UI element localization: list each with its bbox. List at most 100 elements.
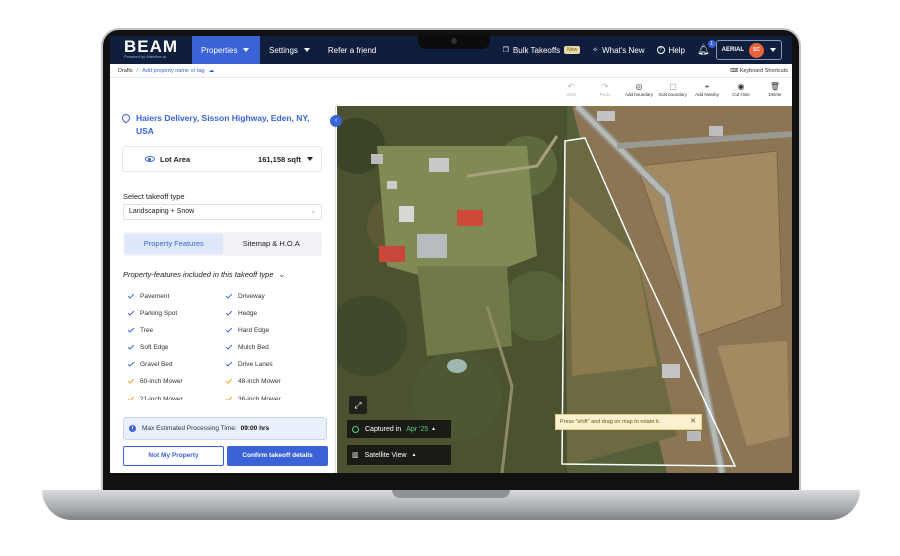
logo-subtitle: Powered by Attentive.ai <box>124 54 166 59</box>
collapse-panel-button[interactable]: ‹ <box>330 115 342 127</box>
nav-help[interactable]: ? Help <box>651 36 691 64</box>
redo-icon: ↷ <box>601 82 609 91</box>
trash-icon: 🗑 <box>769 82 781 91</box>
check-icon <box>225 326 233 333</box>
toolbar-trash-button[interactable]: 🗑 Delete <box>758 79 792 97</box>
add-property-name-link[interactable]: Add property name or tag <box>142 68 204 74</box>
check-icon <box>128 360 135 367</box>
toolbar-cut-hole-button[interactable]: ◉ Cut Hole <box>724 79 758 97</box>
nav-settings-label: Settings <box>269 45 298 55</box>
captured-date: Apr '25 <box>406 425 429 433</box>
edit-boundary-icon: ⬚ <box>669 82 677 91</box>
check-icon <box>225 394 233 400</box>
check-icon <box>225 343 233 350</box>
toolbar-label: Add Nearby <box>695 92 719 97</box>
nav-bulk-takeoffs[interactable]: ❐ Bulk Takeoffs New <box>497 36 587 64</box>
processing-time-value: 09:00 hrs <box>240 425 270 432</box>
chevron-down-icon <box>243 48 250 52</box>
property-address-text: Haiers Delivery, Sisson Highway, Eden, N… <box>136 113 310 136</box>
new-badge: New <box>564 46 581 54</box>
check-icon <box>128 326 135 333</box>
undo-icon: ↶ <box>567 82 575 91</box>
chevron-down-icon <box>303 48 310 52</box>
rotate-tip-text: Press "shift" and drag on map to rotate … <box>560 419 661 425</box>
toolbar-undo-button[interactable]: ↶ Undo <box>554 79 588 97</box>
takeoff-type-value: Landscaping + Snow <box>129 208 195 215</box>
nav-help-label: Help <box>668 45 685 55</box>
feature-label: Gravel Bed <box>140 361 173 369</box>
notification-bell[interactable]: 🔔︎ 1 <box>691 39 716 56</box>
laptop-hinge-notch <box>392 490 510 498</box>
toolbar-redo-button[interactable]: ↷ Redo <box>588 79 622 97</box>
feature-item: 60-inch Mower <box>128 376 226 388</box>
tab-sitemap-hoa[interactable]: Sitemap & H.O.A <box>223 234 321 254</box>
check-icon <box>225 309 233 316</box>
toolbar-pin-button[interactable]: ⌖ Add Nearby <box>690 79 724 97</box>
nav-properties-label: Properties <box>201 45 238 55</box>
feature-label: Soft Edge <box>140 344 169 352</box>
capture-date-badge[interactable]: Captured in Apr '25 ▲ <box>347 420 451 438</box>
feature-item: Mulch Bed <box>225 342 318 354</box>
keyboard-shortcuts-label: Keyboard Shortcuts <box>739 67 788 74</box>
nav-settings[interactable]: Settings <box>260 36 319 64</box>
feature-item: 36-inch Mower <box>225 393 318 400</box>
feature-label: Hedge <box>238 309 258 317</box>
map-view-label: Satellite View <box>364 451 407 459</box>
toolbar-label: Add boundary <box>624 92 654 97</box>
account-mode-label: AERIAL <box>721 47 744 53</box>
captured-label: Captured in <box>365 425 402 433</box>
cloud-icon: ☁ <box>208 67 215 74</box>
feature-item: Drive Lanes <box>225 359 318 371</box>
fullscreen-button[interactable]: ⤢ <box>349 396 367 414</box>
confirm-takeoff-button[interactable]: Confirm takeoff details <box>227 446 328 466</box>
nav-refer-friend[interactable]: Refer a friend <box>319 36 385 64</box>
feature-item: Gravel Bed <box>128 359 226 371</box>
feature-label: Mulch Bed <box>238 344 269 352</box>
feature-label: Driveway <box>238 292 265 300</box>
breadcrumb-separator: / <box>136 67 139 74</box>
chevron-down-icon: ⌄ <box>278 270 285 279</box>
pin-icon: ⌖ <box>704 82 710 91</box>
feature-label: 21-inch Mower <box>140 395 183 400</box>
cut-hole-icon: ◉ <box>737 82 745 91</box>
map-icon: ▥ <box>352 452 359 459</box>
feature-item: Tree <box>128 324 226 336</box>
toolbar-label: Cut Hole <box>732 92 750 97</box>
nav-properties[interactable]: Properties <box>192 36 260 64</box>
lot-area-dropdown[interactable]: Lot Area 161,158 sqft <box>122 146 322 172</box>
feature-item: Pavement <box>128 290 226 302</box>
beam-logo[interactable]: BEAM Powered by Attentive.ai <box>124 38 192 60</box>
tab-property-features[interactable]: Property Features <box>125 234 223 254</box>
eye-icon[interactable] <box>145 156 155 162</box>
close-icon[interactable]: ✕ <box>690 415 696 429</box>
feature-label: Tree <box>140 326 154 334</box>
check-icon <box>128 309 135 316</box>
breadcrumb-drafts[interactable]: Drafts <box>118 68 133 74</box>
help-icon: ? <box>656 46 665 54</box>
avatar: SC <box>749 42 764 58</box>
takeoff-type-select[interactable]: Landscaping + Snow ⌄ <box>123 204 322 220</box>
toolbar-boundary-button[interactable]: ◎ Add boundary <box>622 79 656 97</box>
app-screen: BEAM Powered by Attentive.ai Properties … <box>110 36 792 473</box>
check-icon <box>225 377 233 385</box>
nav-whats-new[interactable]: ✧ What's New <box>586 36 650 64</box>
map-view-selector[interactable]: ▥ Satellite View ▲ <box>347 445 451 465</box>
chevron-up-icon: ▲ <box>431 426 437 432</box>
feature-label: Parking Spot <box>140 309 178 317</box>
stack-icon: ❐ <box>502 47 509 54</box>
feature-item: 48-inch Mower <box>225 376 318 388</box>
feature-label: 48-inch Mower <box>238 378 281 386</box>
toolbar-label: Redo <box>599 92 611 97</box>
map-toolbar: ↶ Undo ↷ Redo ◎ Add boundary ⬚ Edit boundary ⌖ Ad… <box>554 79 792 105</box>
boundary-icon: ◎ <box>635 82 643 91</box>
check-icon <box>225 291 233 299</box>
toolbar-edit-boundary-button[interactable]: ⬚ Edit boundary <box>656 79 690 97</box>
keyboard-shortcuts-link[interactable]: ⌨ Keyboard Shortcuts <box>730 68 788 74</box>
not-my-property-button[interactable]: Not My Property <box>123 446 224 466</box>
features-heading[interactable]: Property-features included in this takeo… <box>123 270 285 279</box>
rotate-tip-toast: Press "shift" and drag on map to rotate … <box>555 414 702 430</box>
satellite-map[interactable]: ⤢ Captured in Apr '25 ▲ ▥ Satellite View… <box>337 106 792 473</box>
account-menu[interactable]: AERIAL SC <box>715 40 782 60</box>
features-heading-text: Property-features included in this takeo… <box>123 270 274 279</box>
nav-whats-new-label: What's New <box>602 45 645 55</box>
